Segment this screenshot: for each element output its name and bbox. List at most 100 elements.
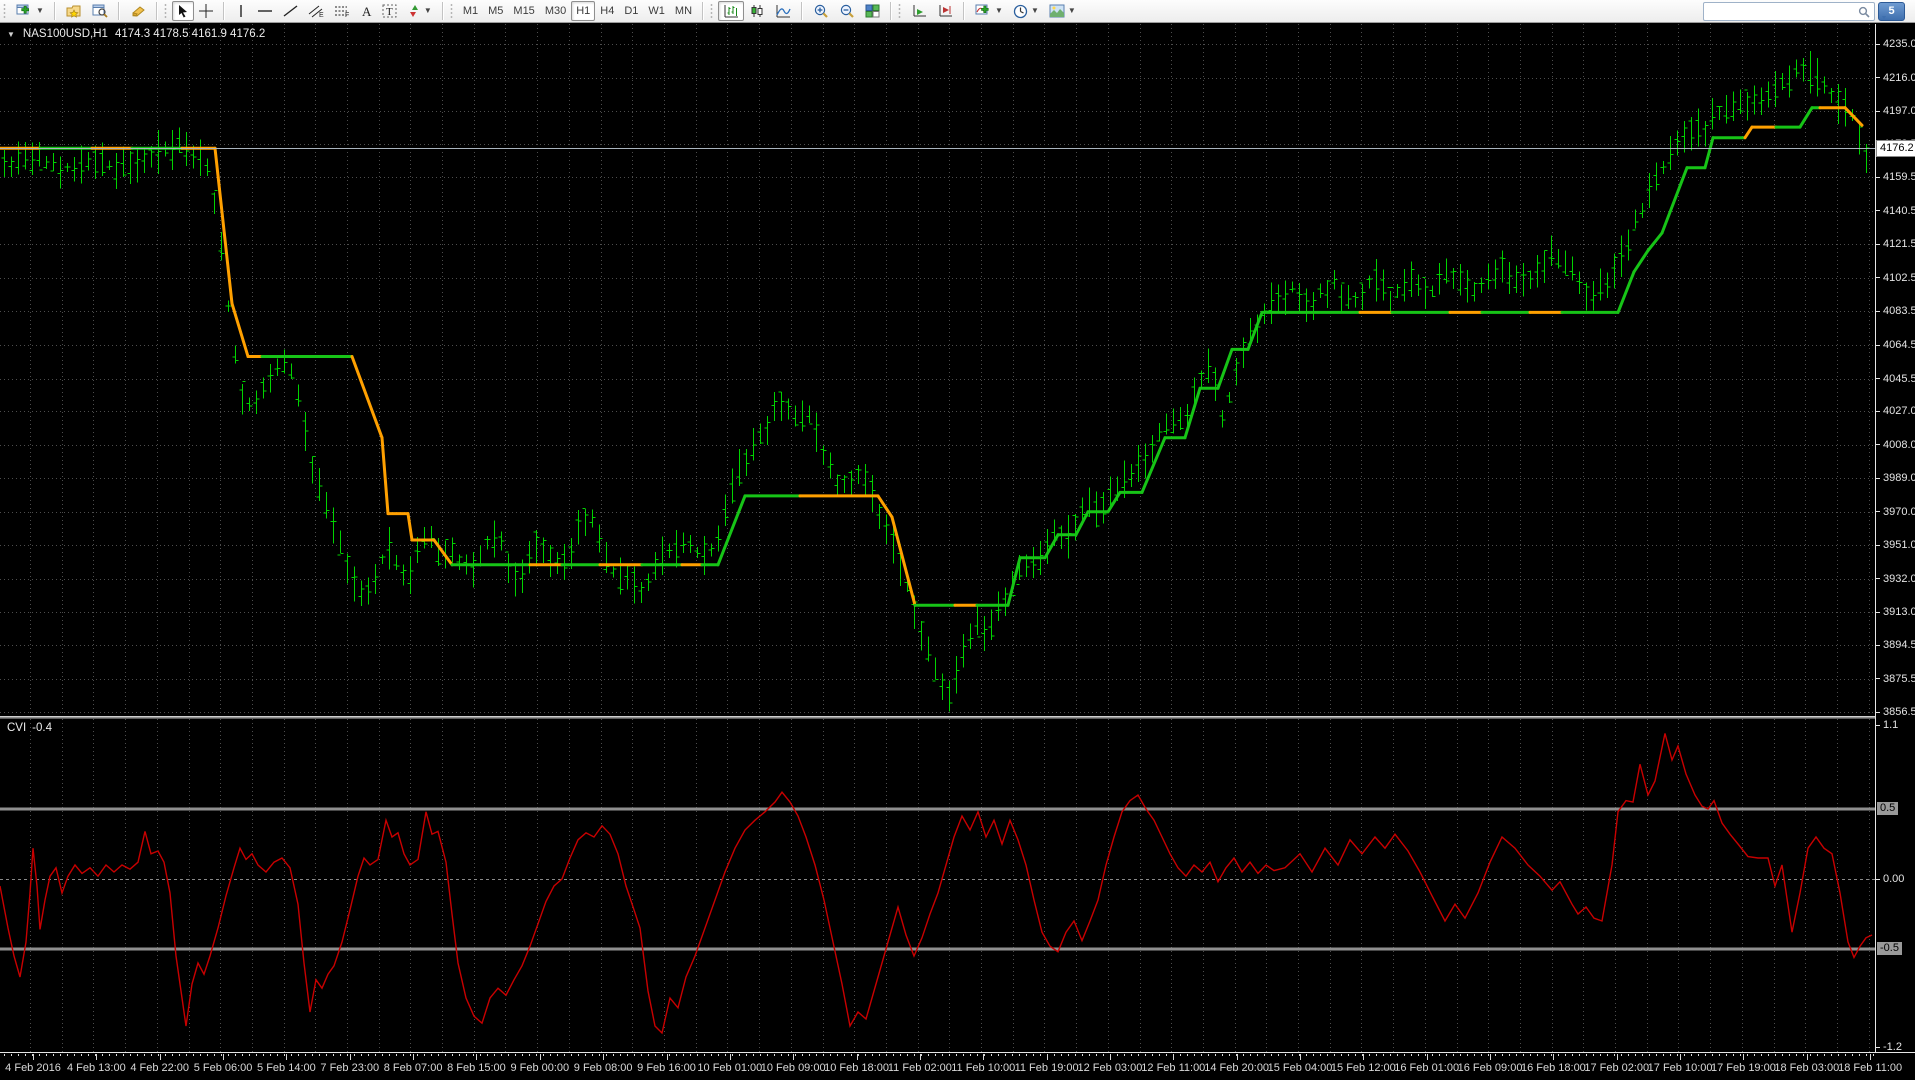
toolbar-grip[interactable] [164, 3, 168, 19]
time-axis-label: 9 Feb 00:00 [510, 1062, 569, 1074]
time-axis-label: 16 Feb 01:00 [1394, 1062, 1459, 1074]
price-tick-mark [1876, 77, 1880, 78]
profiles-button[interactable] [61, 1, 87, 21]
templates-icon [1049, 4, 1065, 18]
time-axis-label: 9 Feb 16:00 [637, 1062, 696, 1074]
timeframe-m1-button[interactable]: M1 [458, 1, 483, 21]
price-tick-mark [1876, 177, 1880, 178]
zoom-in-button[interactable] [808, 1, 834, 21]
time-axis-label: 10 Feb 01:00 [697, 1062, 762, 1074]
templates-button[interactable]: ▼ [1044, 1, 1081, 21]
main-chart-canvas[interactable] [0, 24, 1875, 716]
chart-shift-button[interactable] [932, 1, 958, 21]
cursor-icon [177, 4, 189, 18]
tile-windows-button[interactable] [860, 1, 885, 21]
timeframe-d1-button[interactable]: D1 [619, 1, 643, 21]
collapse-triangle-icon[interactable]: ▼ [7, 30, 15, 39]
time-axis-label: 17 Feb 10:00 [1648, 1062, 1713, 1074]
text-button[interactable]: A [355, 1, 377, 21]
toolbar-separator [890, 2, 892, 20]
equidistant-channel-icon: E [308, 4, 324, 18]
svg-text:E: E [319, 12, 324, 18]
price-axis-label: 3989.0 [1883, 471, 1915, 485]
toolbar-grip[interactable] [710, 3, 714, 19]
text-label-button[interactable]: T [377, 1, 402, 21]
time-axis-label: 11 Feb 19:00 [1015, 1062, 1079, 1074]
svg-text:F: F [345, 12, 349, 18]
time-axis-label: 17 Feb 02:00 [1584, 1062, 1649, 1074]
trendline-icon [283, 4, 298, 18]
chart-line-icon [775, 4, 791, 18]
mt4-window: ▼EFAT▼M1M5M15M30H1H4D1W1MN▼▼▼ 5 4 Feb 20… [0, 0, 1915, 1080]
zoom-out-button[interactable] [834, 1, 860, 21]
cvi-indicator-title: CVI -0.4 [7, 722, 52, 734]
cursor-button[interactable] [172, 1, 194, 21]
toolbar-separator [223, 2, 225, 20]
periods-button[interactable]: ▼ [1008, 1, 1044, 21]
time-axis-label: 16 Feb 09:00 [1458, 1062, 1523, 1074]
timeframe-m15-button[interactable]: M15 [508, 1, 539, 21]
crosshair-button[interactable] [194, 1, 218, 21]
time-axis-label: 12 Feb 03:00 [1078, 1062, 1143, 1074]
price-axis-label: 3856.5 [1883, 705, 1915, 719]
price-tick-mark [1876, 645, 1880, 646]
arrows-button[interactable]: ▼ [402, 1, 437, 21]
equidistant-channel-button[interactable]: E [303, 1, 329, 21]
data-window-icon [92, 4, 108, 18]
toolbar-group [904, 0, 960, 22]
price-tick-mark [1876, 678, 1880, 679]
time-axis-label: 18 Feb 03:00 [1774, 1062, 1839, 1074]
svg-text:A: A [362, 4, 372, 18]
data-window-button[interactable] [87, 1, 113, 21]
chart-line-button[interactable] [770, 1, 796, 21]
price-axis-label: 4064.5 [1883, 338, 1915, 352]
price-tick-mark [1876, 277, 1880, 278]
toolbar-grip[interactable] [898, 3, 902, 19]
timeframe-mn-button[interactable]: MN [670, 1, 697, 21]
price-axis[interactable]: 4235.04216.04197.04178.54159.54140.54121… [1875, 24, 1915, 1052]
price-tick-mark [1876, 44, 1880, 45]
cvi-axis-label: 0.00 [1883, 872, 1904, 886]
toolbar-grip[interactable] [450, 3, 454, 19]
horizontal-line-button[interactable] [252, 1, 278, 21]
time-axis-label: 10 Feb 09:00 [761, 1062, 826, 1074]
price-tick-mark [1876, 411, 1880, 412]
price-tick-mark [1876, 1047, 1880, 1048]
cvi-value: -0.4 [32, 722, 52, 734]
timeframe-m5-button[interactable]: M5 [483, 1, 508, 21]
search-icon[interactable] [1858, 5, 1870, 17]
search-input[interactable] [1703, 2, 1875, 21]
indicators-button[interactable]: ▼ [970, 1, 1008, 21]
chart-bars-button[interactable] [718, 1, 744, 21]
price-tick-mark [1876, 111, 1880, 112]
new-chart-button[interactable]: ▼ [11, 1, 49, 21]
vertical-line-icon [236, 4, 246, 18]
timeframe-m30-button[interactable]: M30 [540, 1, 571, 21]
price-axis-label: 4102.5 [1883, 271, 1915, 285]
eraser-button[interactable] [125, 1, 151, 21]
timeframe-w1-button[interactable]: W1 [643, 1, 670, 21]
dropdown-caret-icon[interactable]: ▼ [424, 7, 432, 15]
timeframe-h4-button[interactable]: H4 [595, 1, 619, 21]
time-axis-label: 11 Feb 10:00 [951, 1062, 1015, 1074]
cvi-indicator-canvas[interactable] [0, 719, 1875, 1052]
dropdown-caret-icon[interactable]: ▼ [36, 7, 44, 15]
cvi-level-badge: -0.5 [1877, 942, 1902, 955]
dropdown-caret-icon[interactable]: ▼ [1031, 7, 1039, 15]
dropdown-caret-icon[interactable]: ▼ [995, 7, 1003, 15]
time-axis-label: 14 Feb 20:00 [1204, 1062, 1269, 1074]
vertical-line-button[interactable] [230, 1, 252, 21]
toolbar-separator [54, 2, 56, 20]
chart-candles-button[interactable] [744, 1, 770, 21]
cvi-axis-label: -1.2 [1883, 1040, 1902, 1054]
price-tick-mark [1876, 879, 1880, 880]
toolbar-group [806, 0, 887, 22]
toolbar-grip[interactable] [3, 3, 7, 19]
auto-scroll-button[interactable] [906, 1, 932, 21]
time-axis-label: 15 Feb 04:00 [1268, 1062, 1333, 1074]
timeframe-h1-button[interactable]: H1 [571, 1, 595, 21]
notifications-badge[interactable]: 5 [1878, 2, 1905, 21]
dropdown-caret-icon[interactable]: ▼ [1068, 7, 1076, 15]
trendline-button[interactable] [278, 1, 303, 21]
fibonacci-retracement-button[interactable]: F [329, 1, 355, 21]
